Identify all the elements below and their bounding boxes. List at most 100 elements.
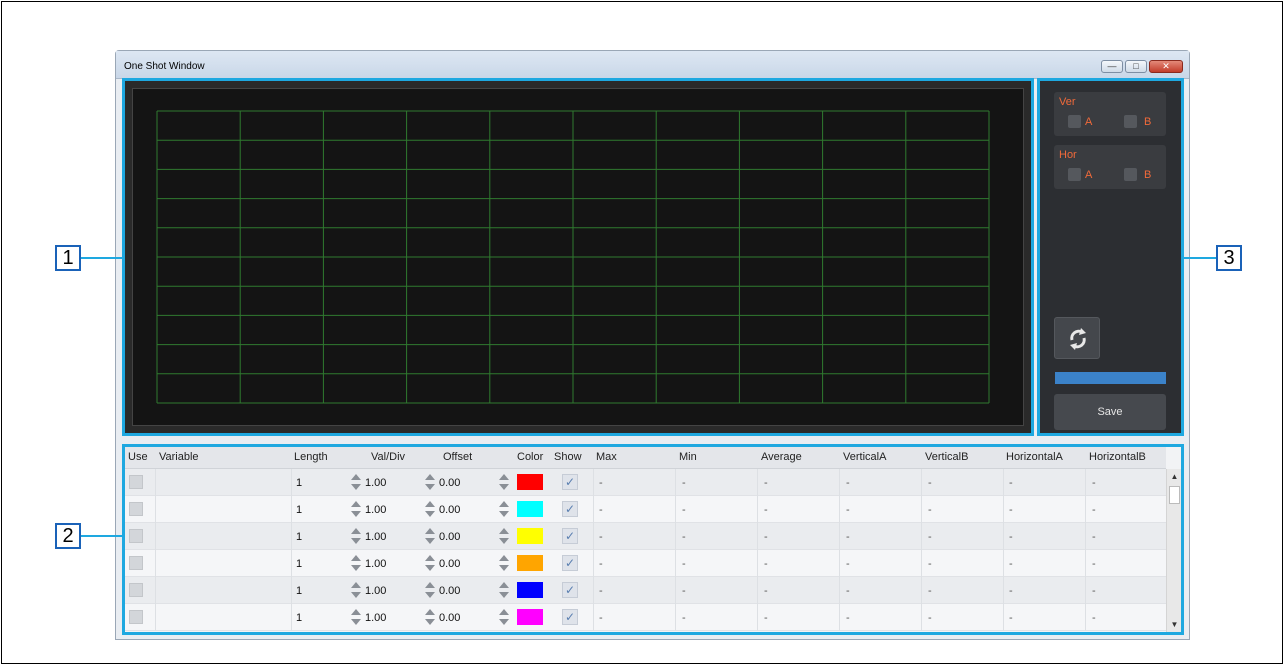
valdiv-cell[interactable]: 1.00 (365, 612, 386, 624)
color-spinner-icon[interactable] (499, 554, 509, 572)
min-cell: - (682, 504, 686, 516)
offset-spinner-icon[interactable] (425, 500, 435, 518)
show-checkbox[interactable]: ✓ (562, 528, 578, 544)
valdiv-spinner-icon[interactable] (351, 554, 361, 572)
offset-cell[interactable]: 0.00 (439, 585, 460, 597)
average-cell: - (764, 531, 768, 543)
show-checkbox[interactable]: ✓ (562, 555, 578, 571)
valdiv-spinner-icon[interactable] (351, 473, 361, 491)
offset-cell[interactable]: 0.00 (439, 504, 460, 516)
use-checkbox[interactable] (129, 583, 143, 597)
cell-divider (839, 577, 840, 604)
color-swatch[interactable] (517, 555, 543, 571)
length-cell[interactable]: 1 (296, 612, 302, 624)
color-swatch[interactable] (517, 528, 543, 544)
callout-2-line (81, 535, 123, 537)
color-spinner-icon[interactable] (499, 473, 509, 491)
offset-spinner-icon[interactable] (425, 527, 435, 545)
color-spinner-icon[interactable] (499, 500, 509, 518)
use-checkbox[interactable] (129, 556, 143, 570)
valdiv-spinner-icon[interactable] (351, 527, 361, 545)
horizontal-a-cell: - (1009, 477, 1013, 489)
cell-divider (675, 469, 676, 496)
color-spinner-icon[interactable] (499, 527, 509, 545)
cell-divider (921, 604, 922, 631)
cell-divider (1003, 550, 1004, 577)
cell-divider (291, 550, 292, 577)
show-checkbox[interactable]: ✓ (562, 501, 578, 517)
valdiv-spinner-icon[interactable] (351, 500, 361, 518)
horizontal-a-cell: - (1009, 612, 1013, 624)
cell-divider (675, 550, 676, 577)
horizontal-b-cell: - (1092, 531, 1096, 543)
length-cell[interactable]: 1 (296, 531, 302, 543)
table-row[interactable]: 1 1.00 0.00 ✓ - - - - - - - (125, 604, 1166, 631)
table-row[interactable]: 1 1.00 0.00 ✓ - - - - - - - (125, 550, 1166, 577)
offset-cell[interactable]: 0.00 (439, 531, 460, 543)
hor-a-checkbox[interactable] (1068, 168, 1081, 181)
min-cell: - (682, 558, 686, 570)
ver-b-checkbox[interactable] (1124, 115, 1137, 128)
color-swatch[interactable] (517, 582, 543, 598)
offset-cell[interactable]: 0.00 (439, 558, 460, 570)
color-swatch[interactable] (517, 501, 543, 517)
color-spinner-icon[interactable] (499, 608, 509, 626)
cell-divider (757, 550, 758, 577)
table-row[interactable]: 1 1.00 0.00 ✓ - - - - - - - (125, 469, 1166, 496)
show-checkbox[interactable]: ✓ (562, 474, 578, 490)
scroll-thumb[interactable] (1169, 486, 1180, 504)
offset-cell[interactable]: 0.00 (439, 612, 460, 624)
valdiv-cell[interactable]: 1.00 (365, 531, 386, 543)
save-button[interactable]: Save (1054, 394, 1166, 430)
close-icon[interactable]: ✕ (1149, 60, 1183, 73)
valdiv-cell[interactable]: 1.00 (365, 558, 386, 570)
scroll-up-icon[interactable]: ▲ (1167, 469, 1182, 484)
use-checkbox[interactable] (129, 610, 143, 624)
valdiv-cell[interactable]: 1.00 (365, 585, 386, 597)
average-cell: - (764, 504, 768, 516)
use-checkbox[interactable] (129, 502, 143, 516)
valdiv-cell[interactable]: 1.00 (365, 477, 386, 489)
ver-a-checkbox[interactable] (1068, 115, 1081, 128)
scope-grid (156, 110, 990, 404)
table-row[interactable]: 1 1.00 0.00 ✓ - - - - - - - (125, 523, 1166, 550)
table-row[interactable]: 1 1.00 0.00 ✓ - - - - - - - (125, 496, 1166, 523)
color-spinner-icon[interactable] (499, 581, 509, 599)
use-checkbox[interactable] (129, 529, 143, 543)
valdiv-cell[interactable]: 1.00 (365, 504, 386, 516)
valdiv-spinner-icon[interactable] (351, 608, 361, 626)
callout-3: 3 (1216, 245, 1242, 271)
offset-spinner-icon[interactable] (425, 554, 435, 572)
color-swatch[interactable] (517, 474, 543, 490)
valdiv-spinner-icon[interactable] (351, 581, 361, 599)
length-cell[interactable]: 1 (296, 504, 302, 516)
scope-display (132, 88, 1024, 426)
horizontal-cursor-group: Hor A B (1054, 145, 1166, 189)
vertical-a-cell: - (846, 531, 850, 543)
length-cell[interactable]: 1 (296, 585, 302, 597)
show-checkbox[interactable]: ✓ (562, 609, 578, 625)
table-row[interactable]: 1 1.00 0.00 ✓ - - - - - - - (125, 577, 1166, 604)
scroll-down-icon[interactable]: ▼ (1167, 617, 1182, 632)
use-checkbox[interactable] (129, 475, 143, 489)
show-checkbox[interactable]: ✓ (562, 582, 578, 598)
cell-divider (1085, 577, 1086, 604)
max-cell: - (599, 585, 603, 597)
refresh-button[interactable] (1054, 317, 1100, 359)
refresh-icon (1070, 328, 1086, 350)
col-vertical-b: VerticalB (925, 451, 969, 463)
col-variable: Variable (159, 451, 199, 463)
offset-spinner-icon[interactable] (425, 473, 435, 491)
length-cell[interactable]: 1 (296, 477, 302, 489)
maximize-icon[interactable]: □ (1125, 60, 1147, 73)
cell-divider (155, 604, 156, 631)
minimize-icon[interactable]: — (1101, 60, 1123, 73)
hor-b-checkbox[interactable] (1124, 168, 1137, 181)
vertical-b-cell: - (928, 504, 932, 516)
length-cell[interactable]: 1 (296, 558, 302, 570)
offset-spinner-icon[interactable] (425, 608, 435, 626)
offset-cell[interactable]: 0.00 (439, 477, 460, 489)
table-scrollbar[interactable]: ▲ ▼ (1166, 469, 1181, 632)
offset-spinner-icon[interactable] (425, 581, 435, 599)
color-swatch[interactable] (517, 609, 543, 625)
